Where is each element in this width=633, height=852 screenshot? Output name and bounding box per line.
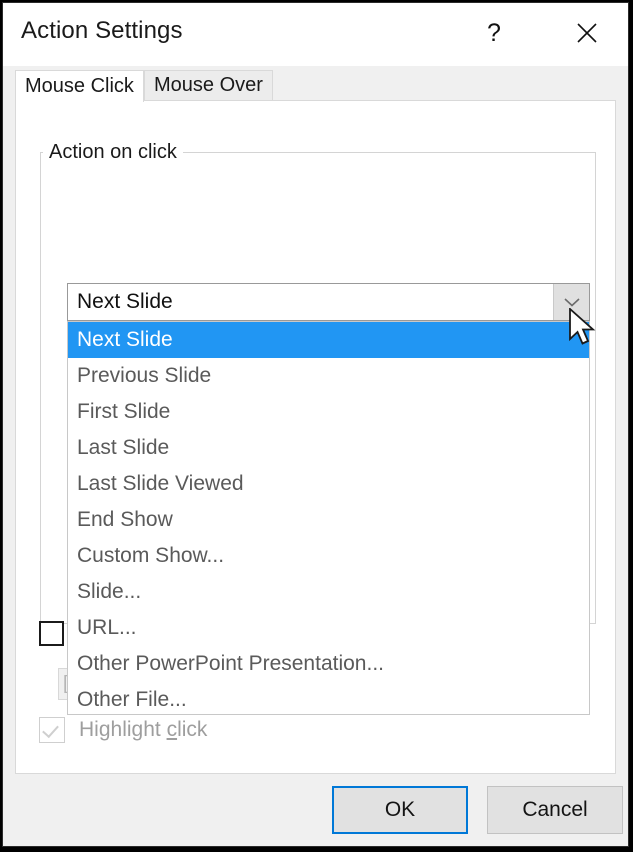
list-item[interactable]: End Show <box>68 502 589 538</box>
action-settings-dialog: Action Settings ? Mouse Click Mouse Over… <box>2 2 629 847</box>
help-icon[interactable]: ? <box>471 11 517 55</box>
highlight-click-checkbox-box[interactable] <box>39 717 65 743</box>
action-on-click-label: Action on click <box>43 141 183 164</box>
page-title: Action Settings <box>21 17 183 44</box>
list-item[interactable]: URL... <box>68 610 589 646</box>
list-item[interactable]: Slide... <box>68 574 589 610</box>
cancel-button-label: Cancel <box>522 798 588 821</box>
list-item[interactable]: First Slide <box>68 394 589 430</box>
tab-mouse-over[interactable]: Mouse Over <box>144 70 273 101</box>
highlight-click-accelerator: c <box>166 718 178 741</box>
ok-button[interactable]: OK <box>332 786 468 834</box>
list-item[interactable]: Next Slide <box>68 322 589 358</box>
title-bar: Action Settings ? <box>3 3 628 66</box>
list-item[interactable]: Custom Show... <box>68 538 589 574</box>
play-sound-checkbox-box[interactable] <box>39 621 64 646</box>
chevron-down-icon[interactable] <box>553 284 589 320</box>
hyperlink-to-dropdown-list[interactable]: Next Slide Previous Slide First Slide La… <box>67 321 590 715</box>
tab-mouse-click[interactable]: Mouse Click <box>15 70 144 102</box>
hyperlink-to-combobox[interactable]: Next Slide <box>67 283 590 321</box>
list-item[interactable]: Other PowerPoint Presentation... <box>68 646 589 682</box>
highlight-click-label: Highlight click <box>79 718 207 742</box>
tab-mouse-click-label: Mouse Click <box>25 75 134 97</box>
list-item[interactable]: Last Slide Viewed <box>68 466 589 502</box>
highlight-click-checkbox[interactable]: Highlight click <box>39 717 207 743</box>
close-icon[interactable] <box>561 11 613 55</box>
hyperlink-to-value: Next Slide <box>77 290 173 313</box>
tab-mouse-over-label: Mouse Over <box>154 74 263 96</box>
list-item[interactable]: Other File... <box>68 682 589 714</box>
play-sound-checkbox[interactable] <box>39 621 64 646</box>
highlight-click-text-pre: Highlight <box>79 718 167 741</box>
list-item[interactable]: Last Slide <box>68 430 589 466</box>
cancel-button[interactable]: Cancel <box>487 786 623 834</box>
highlight-click-text-post: lick <box>177 718 208 741</box>
tab-strip: Mouse Click Mouse Over <box>3 66 628 102</box>
list-item[interactable]: Previous Slide <box>68 358 589 394</box>
ok-button-label: OK <box>384 798 416 821</box>
